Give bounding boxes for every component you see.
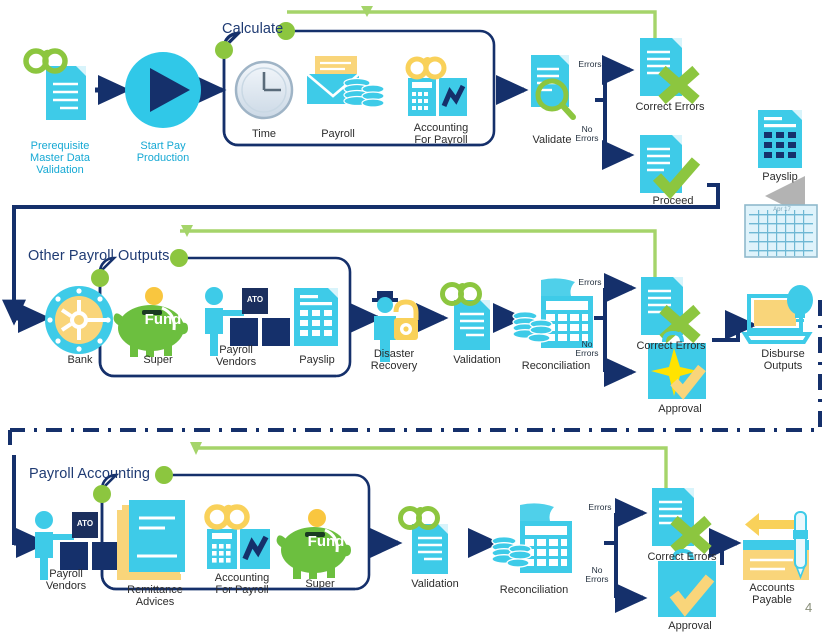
document-cross-icon-r3 bbox=[652, 488, 712, 555]
envelope-coins-icon bbox=[306, 56, 385, 108]
branch-label-errors-r1: Errors bbox=[578, 59, 602, 69]
ato-badge-r3: ATO bbox=[76, 519, 94, 528]
bag-star-check-icon bbox=[648, 330, 706, 400]
document-magnifier-icon bbox=[531, 55, 576, 120]
branch-label-no-errors-r2: No Errors bbox=[575, 339, 599, 358]
row1-decision-stem bbox=[595, 70, 607, 130]
row3-phase-dot bbox=[155, 466, 173, 484]
phase-label-payroll-accounting: Payroll Accounting bbox=[29, 466, 151, 482]
document-check-icon-r1 bbox=[640, 135, 701, 200]
play-circle-icon bbox=[125, 52, 201, 128]
glasses-document-icon-prerequisite bbox=[23, 48, 86, 120]
calculator-coins-icon-r2 bbox=[512, 278, 593, 348]
glasses-calculator-chart-icon-r1 bbox=[405, 56, 467, 116]
stacked-documents-icon bbox=[117, 500, 185, 580]
bank-vault-icon bbox=[45, 286, 113, 354]
row3-rework-loop bbox=[190, 442, 668, 490]
diagram-canvas bbox=[2, 6, 822, 617]
branch-label-errors-r3: Errors bbox=[588, 502, 612, 512]
payslip-grid-icon-r2 bbox=[294, 288, 338, 346]
document-cross-icon-r1 bbox=[640, 38, 700, 105]
phase-label-calculate: Calculate bbox=[222, 21, 284, 37]
phase-label-other-payroll-outputs: Other Payroll Outputs bbox=[28, 248, 170, 264]
document-cross-icon-r2 bbox=[641, 277, 701, 344]
calendar-month-label: Apr 17 bbox=[773, 207, 791, 213]
page-number: 4 bbox=[805, 600, 813, 615]
glasses-document-icon-r3 bbox=[398, 506, 448, 574]
bag-check-icon bbox=[658, 548, 716, 617]
row2-entry-dot bbox=[91, 269, 109, 287]
guard-lock-icon bbox=[372, 291, 419, 362]
ato-badge-r2: ATO bbox=[246, 295, 264, 304]
glasses-document-icon-r2 bbox=[440, 282, 490, 350]
glasses-calculator-chart-icon-r3 bbox=[204, 504, 270, 569]
branch-label-no-errors-r3: No Errors bbox=[585, 565, 609, 584]
payroll-process-diagram: Calculate Prerequisite Master Data Valid… bbox=[0, 0, 834, 632]
calculate-entry-dot bbox=[215, 41, 233, 59]
payslip-grid-icon-r1 bbox=[758, 110, 802, 168]
clock-icon bbox=[234, 60, 294, 120]
cheque-pen-icon bbox=[743, 511, 809, 580]
calculator-coins-icon-r3 bbox=[491, 503, 572, 573]
branch-label-errors-r2: Errors bbox=[578, 277, 602, 287]
branch-label-no-errors-r1: No Errors bbox=[575, 124, 599, 143]
row2-rework-loop bbox=[180, 225, 657, 281]
fund-badge-r3: Fund bbox=[307, 533, 345, 550]
fund-badge-r2: Fund bbox=[144, 311, 182, 328]
row3-entry-dot bbox=[93, 485, 111, 503]
row2-phase-dot bbox=[170, 249, 188, 267]
laptop-bulb-icon bbox=[741, 285, 813, 344]
